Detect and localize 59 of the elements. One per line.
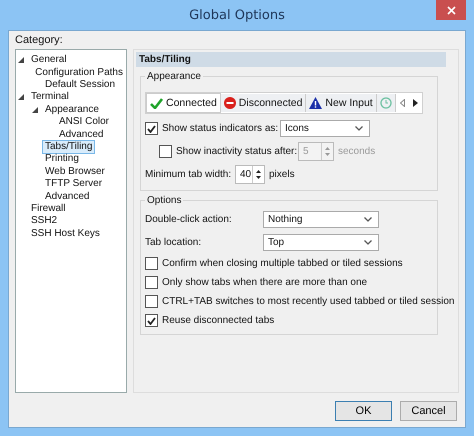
checkbox-label: CTRL+TAB switches to most recently used tabbed or tiled session [162, 296, 454, 307]
field-label: Double-click action: [145, 214, 233, 225]
tab-width-spinner[interactable]: 40 [235, 165, 265, 184]
tree-item[interactable]: Configuration Paths [32, 66, 126, 80]
checkbox-label: Show status indicators as: [162, 123, 276, 134]
tree-item[interactable]: Default Session [42, 78, 118, 92]
field-label: Minimum tab width: [145, 169, 231, 180]
checkbox-label: Show inactivity status after: [176, 146, 294, 157]
cancel-button[interactable]: Cancel [400, 401, 457, 421]
group-title: Appearance [146, 71, 202, 82]
left-arrow-icon [400, 99, 405, 107]
checkbox[interactable] [145, 122, 158, 135]
unit-label: seconds [338, 146, 376, 157]
tree-item[interactable]: SSH Host Keys [28, 226, 103, 241]
checkbox-label: Reuse disconnected tabs [162, 315, 274, 326]
tree-item[interactable]: Printing [42, 152, 82, 166]
tree-item[interactable]: TFTP Server [42, 177, 106, 192]
tree-item[interactable]: General [28, 53, 70, 68]
tree-item[interactable]: Firewall [28, 202, 68, 216]
indicator-style-dropdown[interactable]: Icons [280, 120, 370, 137]
checkbox[interactable] [145, 257, 158, 270]
close-icon [446, 6, 456, 14]
checkbox-label: Confirm when closing multiple tabbed or tiled sessions [162, 258, 403, 269]
tree-item[interactable]: SSH2 [28, 214, 60, 228]
tab-location-dropdown[interactable]: Top [263, 234, 379, 251]
expanded-arrow-icon[interactable] [18, 57, 24, 64]
expanded-arrow-icon[interactable] [18, 94, 24, 100]
panel-header: Tabs/Tiling [136, 52, 446, 67]
tree-item[interactable]: Terminal [28, 90, 72, 104]
checkbox[interactable] [145, 295, 158, 308]
right-arrow-icon [412, 99, 418, 107]
window-title: Global Options [189, 8, 285, 22]
checkbox[interactable] [145, 276, 158, 289]
warning-icon [309, 97, 322, 109]
double-click-dropdown[interactable]: Nothing [263, 211, 379, 228]
field-label: Tab location: [145, 237, 202, 248]
preview-tab[interactable]: Connected [146, 93, 221, 113]
group-title: Options [146, 195, 182, 206]
unit-label: pixels [269, 169, 295, 180]
chevron-down-icon [355, 126, 363, 131]
clock-icon [380, 97, 392, 109]
category-label: Category: [15, 33, 63, 47]
expanded-arrow-icon[interactable] [32, 106, 38, 113]
tree-item[interactable]: Advanced [42, 190, 92, 204]
tree-item[interactable]: Advanced [56, 128, 106, 142]
preview-tab[interactable]: New Input [306, 94, 377, 112]
checkbox[interactable] [145, 314, 158, 327]
chevron-down-icon [364, 217, 372, 222]
ok-button[interactable]: OK [335, 401, 392, 421]
check-icon [150, 98, 163, 108]
checkbox-label: Only show tabs when there are more than one [162, 277, 368, 288]
preview-tab[interactable]: Disconnected [220, 94, 306, 112]
no-entry-icon [224, 97, 236, 109]
tree-item[interactable]: ANSI Color [56, 115, 112, 130]
tree-item[interactable]: Tabs/Tiling [42, 140, 96, 154]
chevron-down-icon [364, 240, 372, 245]
tree-item[interactable]: Appearance [42, 102, 102, 117]
tree-item[interactable]: Web Browser [42, 164, 108, 179]
close-button[interactable] [436, 0, 466, 20]
